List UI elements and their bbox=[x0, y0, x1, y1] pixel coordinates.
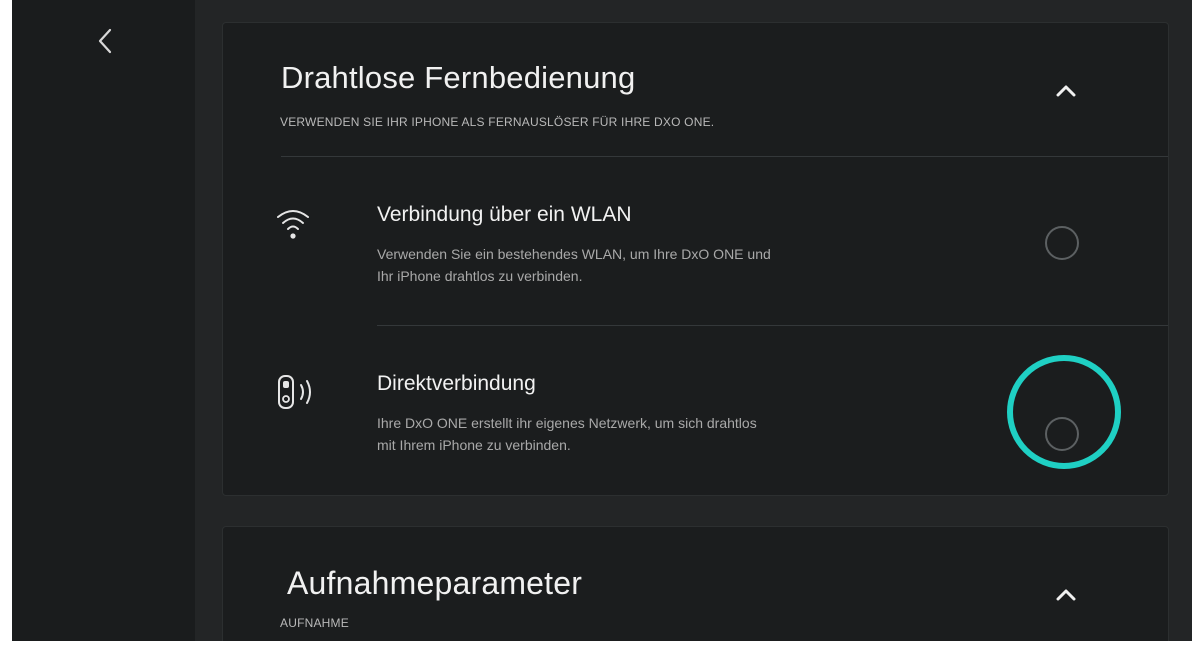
description-line: Ihr iPhone drahtlos zu verbinden. bbox=[377, 268, 583, 284]
option-direct-radio[interactable] bbox=[1045, 417, 1079, 451]
camera-wireless-icon bbox=[275, 372, 325, 412]
capture-parameters-title: Aufnahmeparameter bbox=[287, 565, 583, 601]
remote-control-card: Drahtlose Fernbedienung VERWENDEN SIE IH… bbox=[222, 22, 1169, 496]
chevron-up-icon bbox=[1056, 589, 1076, 601]
capture-parameters-subtitle: AUFNAHME bbox=[280, 616, 349, 630]
remote-control-title: Drahtlose Fernbedienung bbox=[281, 60, 636, 95]
option-wlan-radio[interactable] bbox=[1045, 226, 1079, 260]
capture-parameters-card: Aufnahmeparameter AUFNAHME bbox=[222, 526, 1169, 641]
option-direct[interactable]: Direktverbindung Ihre DxO ONE erstellt i… bbox=[223, 326, 1168, 494]
collapse-capture-button[interactable] bbox=[1049, 578, 1083, 612]
option-wlan-title: Verbindung über ein WLAN bbox=[377, 203, 632, 226]
settings-screen: Drahtlose Fernbedienung VERWENDEN SIE IH… bbox=[12, 0, 1192, 641]
option-wlan-description: Verwenden Sie ein bestehendes WLAN, um I… bbox=[377, 243, 937, 287]
navigation-rail bbox=[12, 0, 195, 641]
collapse-remote-button[interactable] bbox=[1049, 74, 1083, 108]
description-line: Verwenden Sie ein bestehendes WLAN, um I… bbox=[377, 246, 771, 262]
description-line: Ihre DxO ONE erstellt ihr eigenes Netzwe… bbox=[377, 415, 757, 431]
chevron-up-icon bbox=[1056, 85, 1076, 97]
settings-content: Drahtlose Fernbedienung VERWENDEN SIE IH… bbox=[195, 0, 1192, 641]
description-line: mit Ihrem iPhone zu verbinden. bbox=[377, 437, 571, 453]
option-wlan[interactable]: Verbindung über ein WLAN Verwenden Sie e… bbox=[223, 157, 1168, 325]
option-direct-description: Ihre DxO ONE erstellt ihr eigenes Netzwe… bbox=[377, 412, 937, 456]
option-direct-title: Direktverbindung bbox=[377, 372, 536, 395]
chevron-left-icon bbox=[98, 28, 112, 54]
back-button[interactable] bbox=[90, 24, 120, 58]
remote-control-subtitle: VERWENDEN SIE IHR IPHONE ALS FERNAUSLÖSE… bbox=[280, 115, 715, 129]
wifi-icon bbox=[275, 203, 325, 243]
